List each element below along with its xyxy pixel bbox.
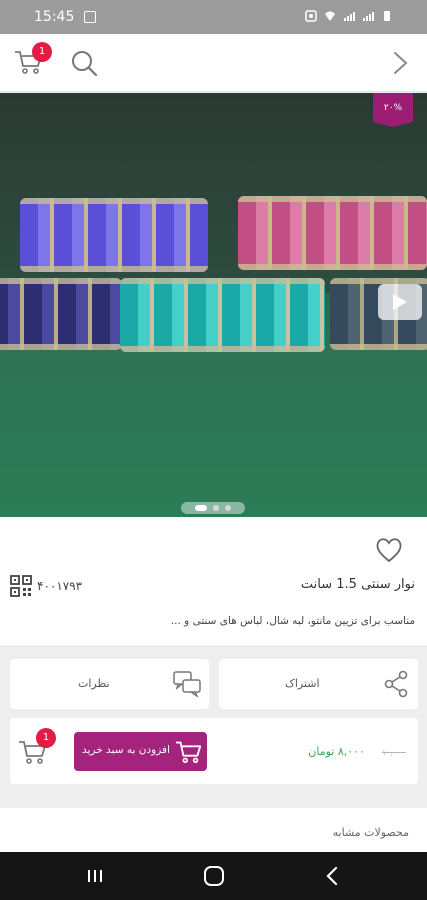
- search-icon[interactable]: [70, 49, 98, 77]
- image-pager: [181, 502, 245, 514]
- similar-products-label: محصولات مشابه: [332, 826, 409, 839]
- add-to-cart-label: افزودن به سبد خرید: [82, 744, 170, 756]
- qr-code-icon[interactable]: [10, 575, 32, 597]
- cart-badge: 1: [32, 42, 52, 62]
- pager-dot[interactable]: [213, 505, 219, 511]
- recent-apps-icon[interactable]: [87, 869, 103, 883]
- add-to-cart-button[interactable]: افزودن به سبد خرید: [74, 732, 207, 771]
- gallery-notification-icon: [84, 11, 96, 23]
- product-description: مناسب برای تزیین مانتو، لبه شال، لباس ها…: [170, 615, 415, 627]
- ribbon-teal: [120, 278, 325, 352]
- system-nav-bar: [0, 852, 427, 900]
- status-time: 15:45: [34, 9, 75, 25]
- product-code: ۴۰۰۱۷۹۳: [37, 579, 83, 593]
- play-video-button[interactable]: [378, 284, 422, 320]
- play-icon: [393, 294, 407, 310]
- purchase-card: 1 افزودن به سبد خرید ۸,۰۰۰ تومان ۱۰,۰۰۰: [10, 718, 418, 784]
- comments-button[interactable]: نظرات: [10, 659, 209, 709]
- cart-badge: 1: [36, 728, 56, 748]
- signal-icon: [344, 12, 355, 21]
- favorite-heart-icon[interactable]: [375, 537, 403, 563]
- pager-dot[interactable]: [225, 505, 231, 511]
- mini-cart-button[interactable]: 1: [18, 728, 56, 766]
- alarm-icon: [305, 10, 317, 22]
- share-label: اشتراک: [285, 677, 320, 690]
- ribbon-blue: [20, 198, 208, 272]
- product-title: نوار سنتی 1.5 سانت: [300, 577, 415, 592]
- signal-icon-2: [363, 12, 374, 21]
- comments-label: نظرات: [78, 677, 110, 690]
- product-info: نوار سنتی 1.5 سانت ۴۰۰۱۷۹۳ مناسب برای تز…: [0, 517, 427, 645]
- original-price: ۱۰,۰۰۰: [381, 748, 406, 757]
- status-icons: [305, 10, 393, 22]
- back-chevron-icon[interactable]: [389, 50, 411, 76]
- cart-button[interactable]: 1: [14, 42, 52, 76]
- status-bar: 15:45: [0, 0, 427, 34]
- battery-icon: [384, 11, 390, 21]
- nav-back-icon[interactable]: [325, 866, 339, 886]
- home-icon[interactable]: [204, 866, 224, 886]
- ribbon-navy: [0, 278, 122, 350]
- wifi-icon: [325, 11, 335, 21]
- pager-dot[interactable]: [195, 505, 207, 511]
- app-bar: 1: [0, 34, 427, 92]
- cart-icon: [175, 741, 202, 764]
- discounted-price: ۸,۰۰۰ تومان: [308, 745, 365, 758]
- ribbon-pink: [238, 196, 427, 270]
- share-button[interactable]: اشتراک: [219, 659, 418, 709]
- product-image[interactable]: ۲۰%: [0, 93, 427, 517]
- comments-icon: [173, 671, 201, 697]
- discount-tag: ۲۰%: [373, 93, 413, 127]
- share-icon: [384, 670, 408, 698]
- similar-products-section: محصولات مشابه: [0, 808, 427, 852]
